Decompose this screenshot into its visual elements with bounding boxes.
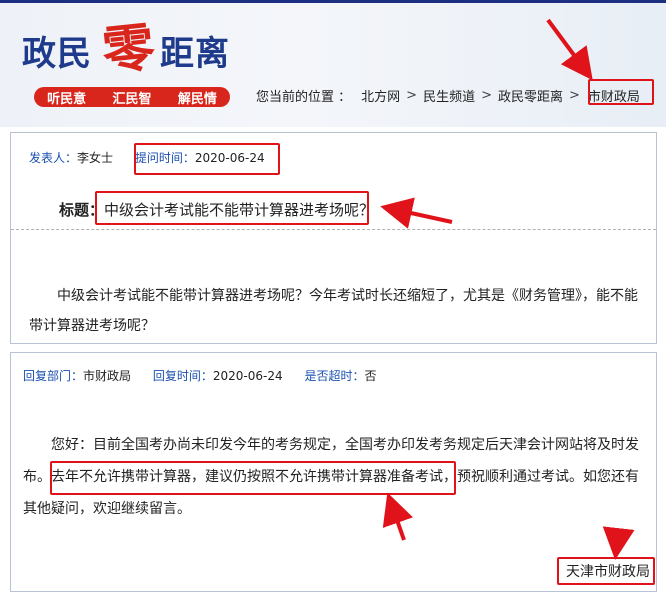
- highlight-box-breadcrumb: [588, 79, 654, 105]
- logo-text-left: 政民: [22, 34, 92, 74]
- breadcrumb-separator: >: [406, 88, 418, 103]
- breadcrumb: 您当前的位置 ： 北方网 > 民生频道 > 政民零距离 > 市财政局: [256, 85, 642, 106]
- breadcrumb-lead: 您当前的位置 ：: [256, 90, 352, 105]
- highlight-box-question-time: [134, 143, 280, 175]
- highlight-box-signature: [557, 557, 655, 585]
- logo-text-zero: 零: [99, 16, 158, 83]
- slogan-bar: 听民意 汇民智 解民情: [34, 87, 230, 107]
- question-panel: 发表人：李女士 提问时间：2020-06-24 标题：中级会计考试能不能带计算器…: [10, 132, 657, 344]
- slogan-1: 听民意: [47, 91, 87, 107]
- slogan-3: 解民情: [177, 91, 217, 107]
- logo-text-right: 距离: [160, 34, 230, 74]
- question-body: 中级会计考试能不能带计算器进考场呢？今年考试时长还缩短了，尤其是《财务管理》，能…: [29, 288, 638, 334]
- author-label: 发表人：: [29, 151, 78, 165]
- overdue-label: 是否超时：: [304, 369, 365, 383]
- dashed-divider: [11, 229, 656, 230]
- reply-dept-value: 市财政局: [83, 369, 132, 383]
- author-value: 李女士: [77, 151, 114, 165]
- breadcrumb-separator: >: [569, 88, 580, 103]
- reply-meta: 回复部门：市财政局 回复时间：2020-06-24 是否超时：否: [23, 367, 394, 384]
- breadcrumb-separator: >: [481, 88, 492, 103]
- breadcrumb-link-minsheng[interactable]: 民生频道: [423, 86, 475, 105]
- breadcrumb-link-beifang[interactable]: 北方网: [361, 86, 400, 105]
- overdue-value: 否: [364, 369, 377, 383]
- reply-time-value: 2020-06-24: [212, 369, 283, 383]
- breadcrumb-link-zhengmin[interactable]: 政民零距离: [498, 86, 563, 105]
- site-header: 政民 零 距离 听民意 汇民智 解民情 您当前的位置 ： 北方网 > 民生频道 …: [0, 0, 666, 127]
- slogan-2: 汇民智: [112, 91, 152, 107]
- reply-time-label: 回复时间：: [152, 369, 213, 383]
- highlight-box-reply-highlight: [50, 461, 456, 495]
- highlight-box-question-title: [95, 191, 369, 225]
- reply-dept-label: 回复部门：: [23, 369, 84, 383]
